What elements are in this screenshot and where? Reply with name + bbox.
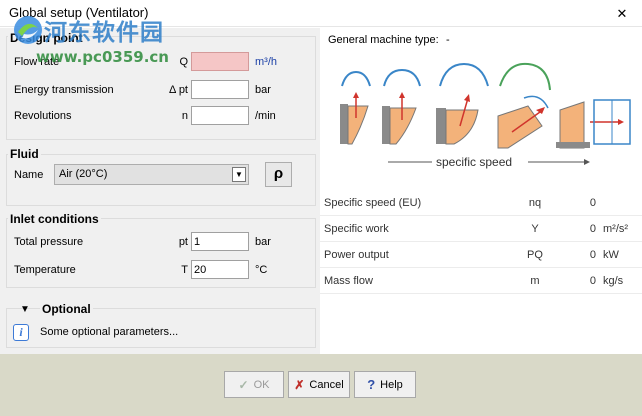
inlet-conditions-title: Inlet conditions xyxy=(8,212,101,226)
machine-type-label: General machine type: xyxy=(328,34,439,46)
result-label: Specific work xyxy=(324,223,389,235)
machine-type-value: - xyxy=(446,34,450,46)
result-symbol: Y xyxy=(531,223,539,235)
mixed-flow-wide-impeller-icon xyxy=(497,62,551,149)
watermark-url: www.pc0359.cn xyxy=(36,48,169,66)
cancel-button[interactable]: ✗ Cancel xyxy=(288,371,350,398)
info-icon: i xyxy=(13,324,29,341)
checkmark-icon: ✓ xyxy=(238,377,249,392)
collapse-triangle-icon[interactable]: ▼ xyxy=(20,304,30,315)
result-unit: kW xyxy=(603,249,619,261)
fluid-selected-value: Air (20°C) xyxy=(59,168,108,180)
temperature-label: Temperature xyxy=(14,264,76,276)
dropdown-arrow-icon[interactable]: ▼ xyxy=(232,167,246,182)
optional-description: Some optional parameters... xyxy=(40,326,179,338)
help-button[interactable]: ? Help xyxy=(354,371,416,398)
revolutions-label: Revolutions xyxy=(14,110,72,122)
result-row: Specific work Y 0 m²/s² xyxy=(320,216,642,242)
specific-speed-axis-label: specific speed xyxy=(436,155,513,169)
result-symbol: m xyxy=(530,275,540,287)
result-value: 0 xyxy=(589,275,596,287)
result-symbol: PQ xyxy=(527,249,543,261)
result-symbol: nq xyxy=(528,197,542,209)
result-label: Mass flow xyxy=(324,275,373,287)
input-panel: Design point Flow rate Q m³/h Energy tra… xyxy=(0,28,320,354)
cancel-label: Cancel xyxy=(309,378,344,391)
energy-transmission-unit: bar xyxy=(255,84,271,96)
result-row: Power output PQ 0 kW xyxy=(320,242,642,268)
result-value: 0 xyxy=(589,197,596,209)
machine-panel: General machine type: - specific speed S… xyxy=(320,28,642,354)
flow-rate-unit: m³/h xyxy=(255,56,277,68)
radial-impeller-wide-icon xyxy=(382,68,421,145)
result-row: Mass flow m 0 kg/s xyxy=(320,268,642,294)
result-label: Power output xyxy=(324,249,389,261)
total-pressure-unit: bar xyxy=(255,236,271,248)
ok-label: OK xyxy=(253,378,270,391)
temperature-symbol: T xyxy=(181,264,188,276)
energy-transmission-input[interactable] xyxy=(191,80,249,99)
total-pressure-input[interactable] xyxy=(191,232,249,251)
density-button[interactable]: ρ xyxy=(265,162,292,187)
inlet-conditions-group xyxy=(6,218,316,288)
total-pressure-symbol: pt xyxy=(178,236,188,248)
temperature-unit: °C xyxy=(255,264,268,276)
temperature-input[interactable] xyxy=(191,260,249,279)
energy-transmission-symbol: Δ pt xyxy=(169,84,188,96)
result-value: 0 xyxy=(589,249,596,261)
watermark-logo-icon xyxy=(14,16,42,44)
fluid-name-label: Name xyxy=(14,169,44,181)
mixed-flow-impeller-icon xyxy=(436,62,489,145)
watermark-site-name: 河东软件园 xyxy=(44,20,164,46)
fluid-title: Fluid xyxy=(8,147,41,161)
cancel-x-icon: ✗ xyxy=(294,377,305,392)
result-unit: m²/s² xyxy=(603,223,629,235)
close-button[interactable]: ✕ xyxy=(602,0,642,27)
revolutions-unit: /min xyxy=(255,110,276,122)
result-unit: kg/s xyxy=(603,275,624,287)
result-value: 0 xyxy=(589,223,596,235)
fluid-select[interactable]: Air (20°C) ▼ xyxy=(54,164,249,185)
energy-transmission-label: Energy transmission xyxy=(14,84,114,96)
result-row: Specific speed (EU) nq 0 xyxy=(320,190,642,216)
help-question-icon: ? xyxy=(367,377,376,392)
flow-rate-input[interactable] xyxy=(191,52,249,71)
axial-impeller-icon xyxy=(556,99,631,149)
total-pressure-label: Total pressure xyxy=(14,236,84,248)
button-bar: ✓ OK ✗ Cancel ? Help xyxy=(0,354,642,416)
revolutions-input[interactable] xyxy=(191,106,249,125)
result-label: Specific speed (EU) xyxy=(324,197,422,209)
optional-title[interactable]: Optional xyxy=(40,302,93,316)
revolutions-symbol: n xyxy=(181,110,188,122)
ok-button[interactable]: ✓ OK xyxy=(224,371,284,398)
help-label: Help xyxy=(380,378,403,391)
radial-impeller-icon xyxy=(340,70,371,145)
